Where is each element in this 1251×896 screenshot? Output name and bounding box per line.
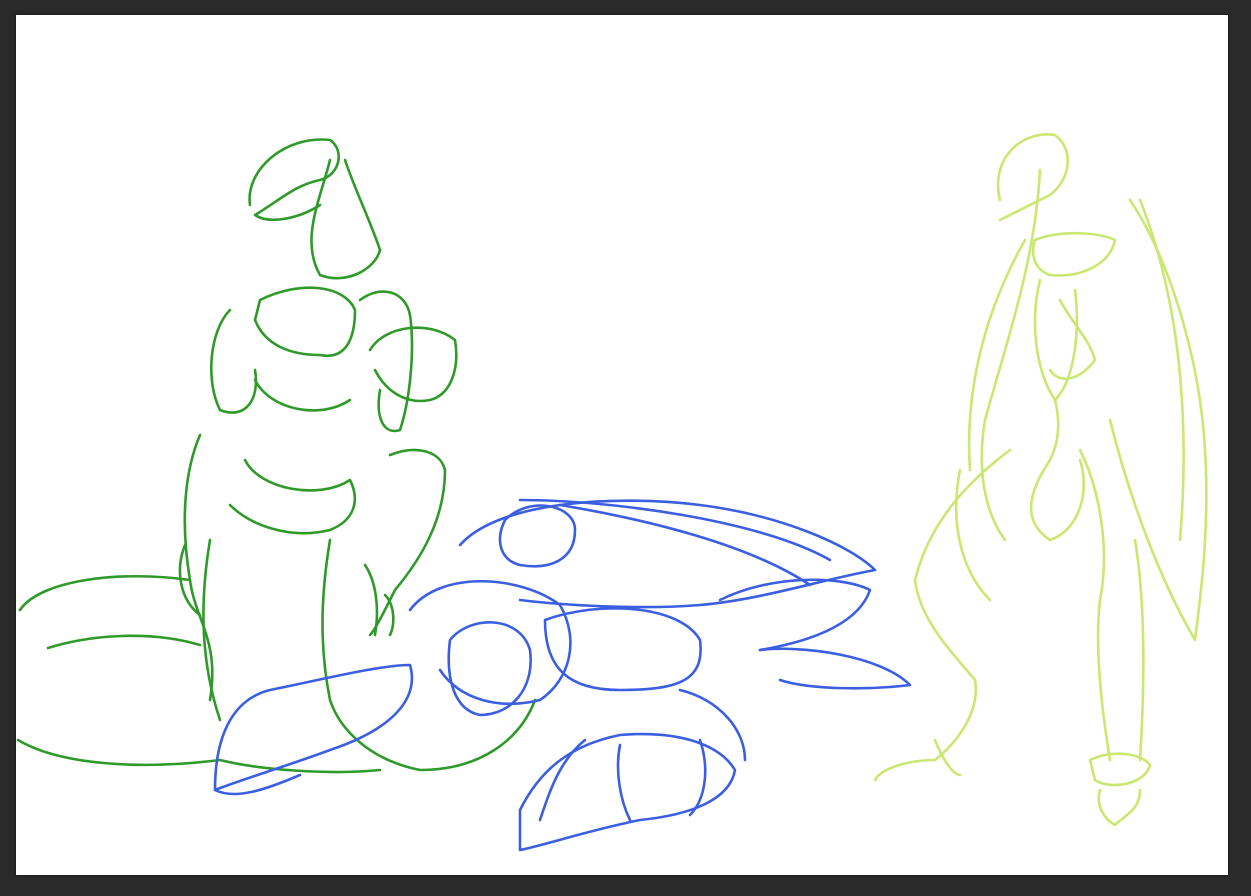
- crab-creature-sketch: [213, 498, 912, 852]
- drawing-canvas[interactable]: [16, 15, 1228, 875]
- sketch-artwork: [16, 133, 1208, 852]
- serpent-figure-sketch: [16, 138, 537, 774]
- mantis-figure-sketch: [873, 133, 1208, 827]
